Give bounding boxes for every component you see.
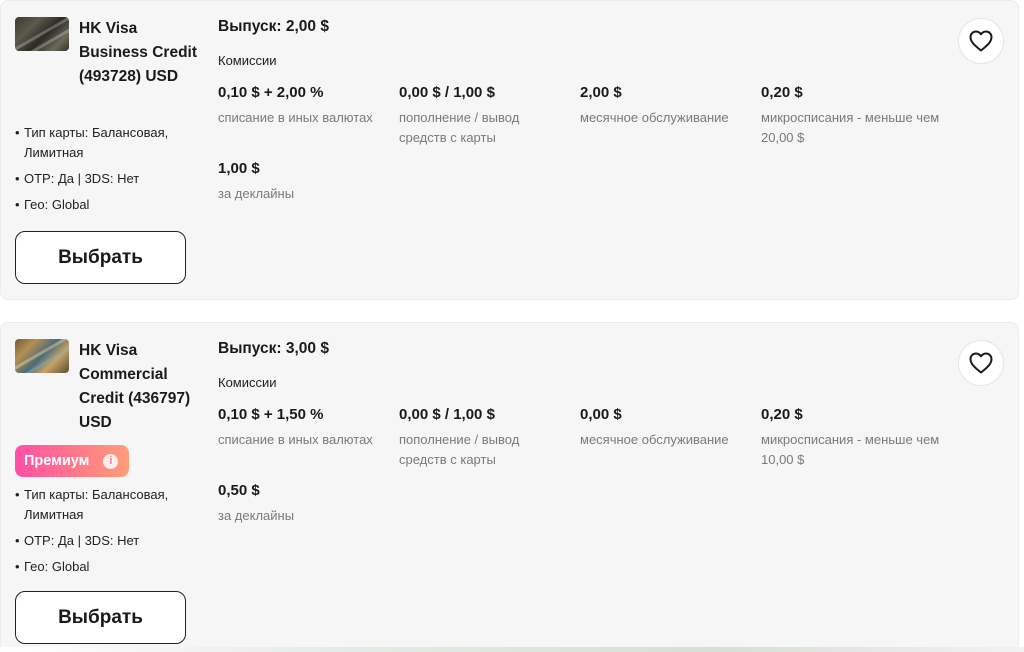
feature-geo: Гео: Global bbox=[15, 557, 205, 577]
issue-price: Выпуск: 3,00 $ bbox=[218, 340, 329, 357]
fee-micro: 0,20 $ микросписания - меньше чем 10,00 … bbox=[761, 405, 941, 470]
heart-outline-icon bbox=[969, 30, 993, 52]
card-features-list: Тип карты: Балансовая, Лимитная OTP: Да … bbox=[15, 123, 205, 221]
fee-value: 2,00 $ bbox=[580, 84, 622, 101]
fee-value: 0,10 $ + 1,50 % bbox=[218, 406, 324, 423]
page-bottom-edge bbox=[0, 647, 1024, 652]
fee-description: пополнение / вывод средств с карты bbox=[399, 110, 520, 145]
fee-micro: 0,20 $ микросписания - меньше чем 20,00 … bbox=[761, 83, 941, 148]
fee-value: 0,20 $ bbox=[761, 84, 803, 101]
fee-topup-withdraw: 0,00 $ / 1,00 $ пополнение / вывод средс… bbox=[399, 83, 559, 148]
fee-value: 0,00 $ / 1,00 $ bbox=[399, 406, 495, 423]
fee-topup-withdraw: 0,00 $ / 1,00 $ пополнение / вывод средс… bbox=[399, 405, 559, 470]
card-thumbnail bbox=[15, 339, 69, 373]
feature-otp-3ds: OTP: Да | 3DS: Нет bbox=[15, 531, 205, 551]
favorite-button[interactable] bbox=[958, 18, 1004, 64]
fee-description: пополнение / вывод средств с карты bbox=[399, 432, 520, 467]
fee-description: за деклайны bbox=[218, 186, 295, 201]
fees-label: Комиссии bbox=[218, 53, 277, 68]
fee-value: 0,10 $ + 2,00 % bbox=[218, 84, 324, 101]
fee-description: месячное обслуживание bbox=[580, 432, 729, 447]
fee-value: 0,00 $ bbox=[580, 406, 622, 423]
premium-badge: Премиум i bbox=[15, 445, 129, 477]
fee-foreign-currency: 0,10 $ + 2,00 % списание в иных валютах bbox=[218, 83, 398, 128]
info-icon[interactable]: i bbox=[103, 453, 119, 469]
fee-value: 0,50 $ bbox=[218, 482, 260, 499]
fee-description: списание в иных валютах bbox=[218, 432, 373, 447]
fee-monthly: 2,00 $ месячное обслуживание bbox=[580, 83, 760, 128]
favorite-button[interactable] bbox=[958, 340, 1004, 386]
card-title: HK Visa Commercial Credit (436797) USD bbox=[79, 342, 191, 431]
fee-declines: 0,50 $ за деклайны bbox=[218, 481, 398, 526]
fee-value: 1,00 $ bbox=[218, 160, 260, 177]
fee-description: списание в иных валютах bbox=[218, 110, 373, 125]
fee-value: 0,20 $ bbox=[761, 406, 803, 423]
select-button[interactable]: Выбрать bbox=[15, 231, 186, 284]
fee-declines: 1,00 $ за деклайны bbox=[218, 159, 398, 204]
card-title: HK Visa Business Credit (493728) USD bbox=[79, 20, 198, 85]
card-item: HK Visa Business Credit (493728) USD Тип… bbox=[0, 0, 1019, 300]
fee-foreign-currency: 0,10 $ + 1,50 % списание в иных валютах bbox=[218, 405, 398, 450]
fee-description: микросписания - меньше чем 10,00 $ bbox=[761, 432, 940, 467]
issue-price: Выпуск: 2,00 $ bbox=[218, 18, 329, 35]
feature-card-type: Тип карты: Балансовая, Лимитная bbox=[15, 485, 205, 525]
fee-description: микросписания - меньше чем 20,00 $ bbox=[761, 110, 940, 145]
heart-outline-icon bbox=[969, 352, 993, 374]
premium-badge-label: Премиум bbox=[24, 453, 90, 469]
card-item: HK Visa Commercial Credit (436797) USD П… bbox=[0, 322, 1019, 652]
card-features-list: Тип карты: Балансовая, Лимитная OTP: Да … bbox=[15, 485, 205, 583]
fee-description: месячное обслуживание bbox=[580, 110, 729, 125]
fee-description: за деклайны bbox=[218, 508, 295, 523]
fees-label: Комиссии bbox=[218, 375, 277, 390]
feature-geo: Гео: Global bbox=[15, 195, 205, 215]
feature-otp-3ds: OTP: Да | 3DS: Нет bbox=[15, 169, 205, 189]
card-thumbnail bbox=[15, 17, 69, 51]
feature-card-type: Тип карты: Балансовая, Лимитная bbox=[15, 123, 205, 163]
fee-value: 0,00 $ / 1,00 $ bbox=[399, 84, 495, 101]
fee-monthly: 0,00 $ месячное обслуживание bbox=[580, 405, 760, 450]
select-button[interactable]: Выбрать bbox=[15, 591, 186, 644]
